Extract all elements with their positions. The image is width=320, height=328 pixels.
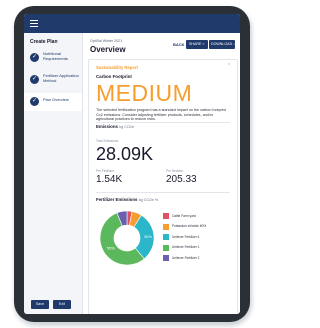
emissions-title: Emissions kg CO2e: [96, 124, 134, 129]
per-hectare-label: Per Hectare: [166, 169, 184, 173]
share-button[interactable]: SHARE <: [186, 40, 208, 49]
back-button[interactable]: BACK: [173, 42, 185, 47]
carbon-footprint-title: Carbon Footprint: [96, 74, 132, 79]
divider: [96, 192, 230, 193]
legend-item[interactable]: Unilever Fertilizer 4: [163, 233, 233, 242]
slice-label: 30%: [144, 234, 152, 239]
legend-swatch: [163, 213, 169, 219]
legend-label: Cattle Farm yard: [172, 213, 196, 218]
sidebar-step-plan-overview[interactable]: ✓ Plan Overview: [24, 93, 82, 111]
sidebar-title: Create Plan: [30, 39, 58, 45]
sidebar: Create Plan ✓ Nutritional Requirements ✓…: [24, 33, 83, 314]
slice-label: 55%: [107, 246, 115, 251]
legend-item[interactable]: Potassium chloride 60%: [163, 223, 233, 232]
download-icon: ↓: [233, 42, 235, 46]
main-content: OptiSal Winter 2021 Overview BACK SHARE …: [83, 33, 240, 314]
legend-item[interactable]: Cattle Farm yard: [163, 212, 233, 221]
legend-label: Potassium chloride 60%: [172, 224, 207, 228]
emissions-title-text: Emissions: [96, 124, 118, 129]
save-button[interactable]: Save: [31, 300, 49, 309]
legend-swatch: [163, 234, 169, 240]
exit-button[interactable]: Exit: [53, 300, 71, 309]
step-label: Fertilizer Application Method: [43, 73, 79, 83]
legend-item[interactable]: Unilever Fertilizer 2: [163, 254, 233, 263]
legend-swatch: [163, 244, 169, 251]
per-fertilizer-value: 1.54K: [96, 174, 123, 185]
fertilizer-donut-chart: 30% 55%: [99, 210, 155, 266]
carbon-rating: MEDIUM: [96, 80, 193, 106]
total-emissions-value: 28.09K: [96, 144, 154, 164]
carbon-description: The selected fertilization program has a…: [96, 108, 226, 122]
sidebar-step-application-method[interactable]: ✓ Fertilizer Application Method: [24, 71, 82, 89]
share-icon: <: [202, 42, 205, 46]
fert-title-text: Fertilizer Emissions: [96, 197, 138, 202]
divider: [96, 122, 230, 123]
sidebar-step-nutritional-requirements[interactable]: ✓ Nutritional Requirements: [24, 49, 82, 67]
per-fertilizer-label: Per Fertilizer: [96, 169, 115, 173]
report-heading: Sustainability Report: [96, 65, 138, 70]
per-hectare-value: 205.33: [166, 174, 197, 185]
sustainability-report-card: Sustainability Report ⌃ Carbon Footprint…: [88, 59, 238, 314]
emissions-unit: kg CO2e: [119, 125, 135, 129]
legend-item[interactable]: Unilever Fertilizer 1: [163, 244, 233, 253]
step-label: Plan Overview: [43, 97, 69, 102]
check-icon: ✓: [30, 53, 39, 62]
legend-label: Unilever Fertilizer 2: [172, 255, 200, 260]
chart-legend: Cattle Farm yard Potassium chloride 60% …: [163, 212, 233, 265]
legend-swatch: [163, 255, 169, 261]
check-icon: ✓: [30, 75, 39, 84]
download-label: DOWNLOAD: [211, 42, 233, 46]
menu-icon[interactable]: [30, 20, 38, 27]
check-icon: ✓: [30, 97, 39, 106]
fertilizer-emissions-title: Fertilizer Emissions kg CO2e %: [96, 197, 158, 202]
download-button[interactable]: DOWNLOAD ↓: [209, 40, 235, 49]
plan-name: OptiSal Winter 2021: [90, 39, 123, 43]
tablet-frame: Create Plan ✓ Nutritional Requirements ✓…: [14, 6, 250, 322]
legend-label: Unilever Fertilizer 4: [172, 234, 200, 239]
step-label: Nutritional Requirements: [43, 51, 68, 61]
top-bar: [24, 14, 240, 33]
app-screen: Create Plan ✓ Nutritional Requirements ✓…: [24, 14, 240, 314]
fert-unit: kg CO2e %: [138, 198, 159, 202]
legend-label: Unilever Fertilizer 1: [172, 245, 200, 249]
page-title: Overview: [90, 45, 126, 54]
legend-swatch: [163, 223, 169, 230]
share-label: SHARE: [189, 42, 202, 46]
chevron-up-icon[interactable]: ⌃: [227, 63, 231, 69]
total-emissions-label: Total Emissions: [96, 139, 119, 143]
